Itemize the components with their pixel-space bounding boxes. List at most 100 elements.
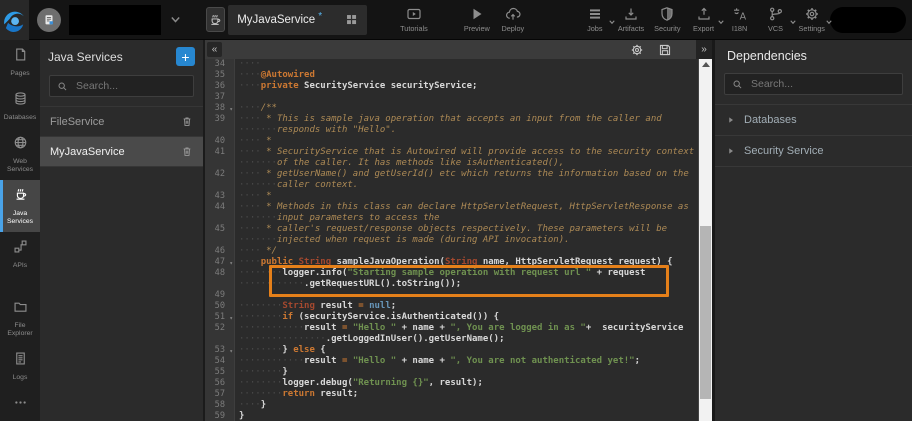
scrollbar-thumb[interactable] [700,226,711,400]
code-line: ·······caller context. [235,180,358,191]
line-number: 54 [205,356,235,367]
file-tab-myjavaservice[interactable]: MyJavaService * [228,5,367,35]
editor-vertical-scrollbar[interactable] [698,59,712,421]
line-number: 38▾ [205,103,235,114]
toolbar-item-label: Export [693,24,714,33]
code-editor[interactable]: 34····35····@Autowired36····private Secu… [205,59,698,421]
grid-icon[interactable] [345,13,358,26]
code-line: ···· * Methods in this class can declare… [235,202,689,213]
collapse-panel-button[interactable]: « [207,42,222,57]
toolbar-item-settings[interactable]: Settings [794,6,830,33]
code-row: 38▾····/** [205,103,698,114]
database-icon [13,91,28,111]
service-item[interactable]: FileService [40,106,203,136]
code-editor-region: « » 34····35····@Autowired36····private … [205,40,712,421]
add-service-button[interactable]: + [176,47,195,66]
rail-item-label: Logs [13,374,28,382]
java-service-tab-icon[interactable] [206,7,226,32]
toolbar-item-jobs[interactable]: Jobs [577,6,613,33]
toolbar-item-label: Artifacts [618,24,644,33]
app-logo[interactable] [0,0,29,40]
service-search [49,75,194,97]
editor-settings-button[interactable] [630,43,644,57]
rail-item-label: JavaServices [7,210,33,226]
code-line: ····} [235,400,266,411]
toolbar-item-preview[interactable]: Preview [459,6,495,33]
line-number: 47▾ [205,257,235,268]
left-icon-rail: PagesDatabasesWebServices JavaServices API… [0,40,40,421]
dependencies-search-input[interactable] [749,77,895,91]
logs-icon [13,351,28,371]
rail-item-label: FileExplorer [7,322,32,338]
rail-item-label: APIs [13,262,27,270]
code-row: 55········} [205,367,698,378]
rail-item-pages[interactable]: Pages [0,40,40,84]
toolbar-item-artifacts[interactable]: Artifacts [613,6,649,33]
code-line: ·······of the caller. It has methods lik… [235,158,564,169]
line-number: 40 [205,136,235,147]
line-number [205,158,235,169]
toolbar-item-deploy[interactable]: Deploy [495,6,531,33]
code-row: 36····private SecurityService securitySe… [205,81,698,92]
dependency-group-label: Databases [744,114,797,126]
code-row: 37 [205,92,698,103]
jobs-icon [587,6,603,22]
unsaved-changes-marker: * [318,11,322,22]
caret-down-icon [825,13,833,31]
line-number: 52 [205,323,235,334]
scroll-up-arrow-icon[interactable] [702,62,710,67]
branch-icon [768,6,784,22]
delete-icon[interactable] [181,115,193,128]
chevron-down-icon[interactable] [169,13,182,26]
rail-item-java-services[interactable]: JavaServices [0,180,40,232]
dependency-group[interactable]: Databases [715,104,912,135]
search-icon [57,81,68,92]
rail-item-databases[interactable]: Databases [0,84,40,128]
toolbar-item-security[interactable]: Security [649,6,685,33]
toolbar-item-label: Deploy [501,24,524,33]
dependencies-list: Databases Security Service [715,104,912,167]
service-search-input[interactable] [74,79,186,93]
line-number [205,213,235,224]
panel-title: Java Services [48,50,168,64]
service-list: FileServiceMyJavaService [40,106,203,167]
save-button[interactable] [658,43,672,57]
rail-item-file-explorer[interactable]: FileExplorer [0,292,40,344]
rail-item-more[interactable] [0,388,40,421]
code-row: ············.getRequestURL().toString())… [205,279,698,290]
project-badge-icon [37,8,61,32]
rail-item-apis[interactable]: APIs [0,232,40,276]
line-number: 49 [205,290,235,301]
delete-icon[interactable] [181,145,193,158]
toolbar-item-vcs[interactable]: VCS [758,6,794,33]
code-line [235,92,239,103]
expand-dependencies-button[interactable]: » [696,40,712,59]
dependency-group[interactable]: Security Service [715,135,912,167]
toolbar-item-label: I18N [732,24,747,33]
code-line: ············.getRequestURL().toString())… [235,279,461,290]
toolbar-item-tutorials[interactable]: Tutorials [395,6,433,33]
code-row: ················.getLoggedInUser().getUs… [205,334,698,345]
toolbar-item-i18n[interactable]: AI18N [722,6,758,33]
project-selector[interactable] [37,5,182,35]
code-line: ········} [235,367,288,378]
export-tray-icon [696,6,712,22]
line-number: 44 [205,202,235,213]
service-item[interactable]: MyJavaService [40,136,203,167]
code-row: 47▾····public String sampleJavaOperation… [205,257,698,268]
code-line: ········if (securityService.isAuthentica… [235,312,499,323]
top-bar: MyJavaService * Tutorials Preview Deploy Jo… [0,0,912,40]
toolbar-item-export[interactable]: Export [686,6,722,33]
line-number: 46 [205,246,235,257]
rail-item-logs[interactable]: Logs [0,344,40,388]
java-services-panel: Java Services + FileServiceMyJavaService [40,40,205,421]
rail-item-web-services[interactable]: WebServices [0,128,40,180]
code-row: 50········String result = null; [205,301,698,312]
code-line: ········logger.debug("Returning {}", res… [235,378,483,389]
code-row: 56········logger.debug("Returning {}", r… [205,378,698,389]
line-number: 51▾ [205,312,235,323]
code-line: ····@Autowired [235,70,315,81]
code-row: 44···· * Methods in this class can decla… [205,202,698,213]
code-line: ····/** [235,103,277,114]
pages-icon [13,47,28,67]
